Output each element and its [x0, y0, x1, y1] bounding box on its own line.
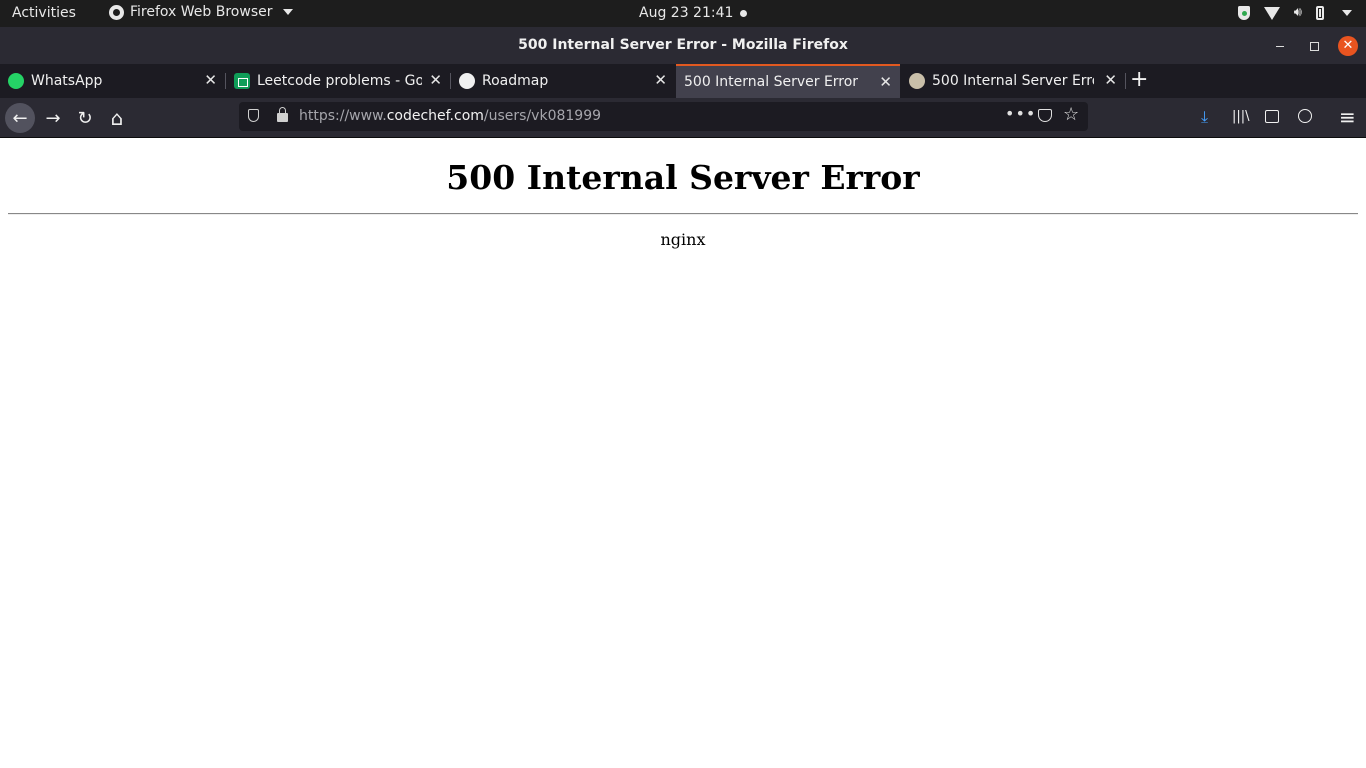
server-name: nginx	[660, 230, 706, 249]
security-shield-icon[interactable]	[1237, 6, 1250, 20]
firefox-icon	[109, 4, 124, 20]
tab-close-icon[interactable]: ✕	[654, 72, 667, 88]
app-menu[interactable]: Firefox Web Browser	[109, 4, 293, 20]
tab-close-icon[interactable]: ✕	[429, 72, 442, 88]
tracking-protection-icon[interactable]	[248, 109, 259, 122]
whatsapp-icon	[8, 73, 24, 89]
chevron-down-icon	[282, 9, 293, 15]
hamburger-menu-icon[interactable]: ≡	[1339, 107, 1356, 127]
navigation-toolbar: ← → ↻ ⌂ https://www.codechef.com/users/v…	[0, 98, 1366, 138]
activities-button[interactable]: Activities	[12, 5, 76, 21]
divider	[8, 213, 1358, 215]
battery-icon[interactable]	[1316, 6, 1324, 20]
bookmark-star-icon[interactable]: ☆	[1063, 104, 1079, 125]
maximize-button[interactable]	[1304, 36, 1324, 56]
tab-strip: WhatsApp ✕ Leetcode problems - Goo ✕ Roa…	[0, 64, 1366, 98]
home-button[interactable]: ⌂	[102, 103, 132, 133]
url-path: /users/vk081999	[483, 108, 602, 124]
tab-close-icon[interactable]: ✕	[204, 72, 217, 88]
volume-icon[interactable]: 🔊︎	[1294, 5, 1302, 21]
url-prefix: https://www.	[299, 108, 387, 124]
chevron-down-icon[interactable]	[1342, 10, 1352, 16]
app-menu-label: Firefox Web Browser	[130, 4, 273, 20]
window-title: 500 Internal Server Error - Mozilla Fire…	[518, 37, 848, 53]
account-icon[interactable]	[1298, 109, 1312, 123]
tab-label: 500 Internal Server Error	[684, 74, 859, 90]
notification-dot-icon	[740, 10, 747, 17]
minimize-button[interactable]	[1270, 36, 1290, 56]
url-host: codechef.com	[386, 108, 484, 124]
tab-leetcode[interactable]: Leetcode problems - Goo ✕	[226, 64, 450, 98]
tab-whatsapp[interactable]: WhatsApp ✕	[0, 64, 225, 98]
reload-button[interactable]: ↻	[70, 103, 100, 133]
clock[interactable]: Aug 23 21:41	[639, 5, 733, 21]
tab-label: 500 Internal Server Error	[932, 73, 1094, 89]
new-tab-button[interactable]: +	[1130, 67, 1148, 93]
wifi-icon[interactable]	[1263, 6, 1280, 20]
lock-icon[interactable]	[277, 107, 288, 122]
system-top-bar: Activities Firefox Web Browser Aug 23 21…	[0, 0, 1366, 27]
forward-button[interactable]: →	[38, 103, 68, 133]
github-icon	[459, 73, 475, 89]
tab-close-icon[interactable]: ✕	[879, 74, 892, 90]
close-window-button[interactable]: ✕	[1338, 36, 1358, 56]
downloads-icon[interactable]: ⤓	[1201, 107, 1208, 127]
tab-separator	[1125, 73, 1126, 89]
tab-active-error[interactable]: 500 Internal Server Error ✕	[676, 64, 900, 98]
tab-roadmap[interactable]: Roadmap ✕	[451, 64, 675, 98]
tab-label: Leetcode problems - Goo	[257, 73, 422, 89]
sidebar-icon[interactable]	[1265, 110, 1279, 123]
back-button[interactable]: ←	[5, 103, 35, 133]
library-icon[interactable]: |||\	[1232, 107, 1250, 127]
system-tray[interactable]: 🔊︎	[1237, 5, 1352, 21]
tab-codechef-error[interactable]: 500 Internal Server Error ✕	[901, 64, 1125, 98]
pocket-icon[interactable]	[1038, 109, 1052, 122]
address-bar[interactable]: https://www.codechef.com/users/vk081999 …	[239, 102, 1088, 131]
page-content: 500 Internal Server Error nginx	[0, 138, 1366, 768]
google-sheets-icon	[234, 73, 250, 89]
tab-label: Roadmap	[482, 73, 549, 89]
tab-label: WhatsApp	[31, 73, 103, 89]
error-heading: 500 Internal Server Error	[446, 158, 920, 197]
page-actions-icon[interactable]: •••	[1005, 104, 1036, 123]
window-title-bar: 500 Internal Server Error - Mozilla Fire…	[0, 27, 1366, 64]
codechef-icon	[909, 73, 925, 89]
url-text[interactable]: https://www.codechef.com/users/vk081999	[299, 108, 601, 124]
tab-close-icon[interactable]: ✕	[1104, 72, 1117, 88]
